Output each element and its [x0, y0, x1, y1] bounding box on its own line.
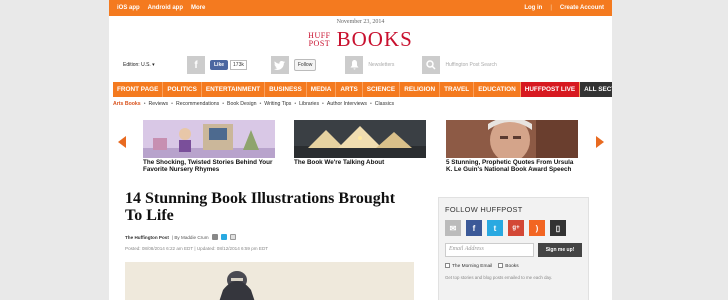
- subnav-recommendations[interactable]: Recommendations: [176, 101, 222, 107]
- carousel-card[interactable]: The Book We're Talking About: [294, 120, 426, 166]
- sign-up-button[interactable]: Sign me up!: [538, 243, 582, 257]
- nav-education[interactable]: EDUCATION: [474, 82, 521, 97]
- social-row: Edition: U.S. ▾ f Like 173k Follow Newsl…: [109, 55, 612, 75]
- story-carousel: The Shocking, Twisted Stories Behind You…: [109, 120, 612, 184]
- rss-icon[interactable]: ): [529, 220, 545, 236]
- article-author[interactable]: | By Maddie Crum: [172, 235, 209, 240]
- nav-business[interactable]: BUSINESS: [265, 82, 307, 97]
- mobile-icon[interactable]: ▯: [550, 220, 566, 236]
- top-bar: iOS app Android app More Log in | Create…: [109, 0, 612, 16]
- nav-media[interactable]: MEDIA: [307, 82, 337, 97]
- ursula-le-guin-image[interactable]: [446, 120, 578, 158]
- morning-email-label: The Morning Email: [452, 264, 493, 269]
- subnav-libraries[interactable]: Libraries: [299, 101, 322, 107]
- subnav-reviews[interactable]: Reviews: [149, 101, 172, 107]
- sub-nav: Arts Books • Reviews • Recommendations •…: [113, 101, 608, 107]
- edition-select[interactable]: Edition: U.S. ▾: [123, 62, 177, 68]
- google-plus-icon[interactable]: g+: [508, 220, 524, 236]
- masthead[interactable]: HUFF POST BOOKS: [109, 27, 612, 52]
- like-button[interactable]: Like: [210, 60, 229, 70]
- android-app-link[interactable]: Android app: [148, 5, 183, 11]
- nav-religion[interactable]: RELIGION: [400, 82, 441, 97]
- tents-image[interactable]: [294, 120, 426, 158]
- subnav-author-interviews[interactable]: Author Interviews: [327, 101, 370, 107]
- date: November 23, 2014: [336, 19, 385, 25]
- follow-title: FOLLOW HUFFPOST: [445, 205, 523, 214]
- newsletter-bell-icon[interactable]: [345, 56, 364, 74]
- carousel-card[interactable]: 5 Stunning, Prophetic Quotes From Ursula…: [446, 120, 578, 174]
- books-label: Books: [505, 264, 519, 269]
- article-headline: 14 Stunning Book Illustrations Brought T…: [125, 190, 396, 224]
- newsletter-options: The Morning Email Books: [445, 262, 582, 269]
- carousel-caption[interactable]: 5 Stunning, Prophetic Quotes From Ursula…: [446, 159, 578, 174]
- follow-huffpost-panel: FOLLOW HUFFPOST ✉ f t g+ ) ▯ Email Addre…: [438, 197, 589, 300]
- nav-all-sections[interactable]: ALL SECTIONS: [580, 82, 612, 97]
- facebook-icon[interactable]: f: [466, 220, 482, 236]
- article-source: The Huffington Post: [125, 234, 169, 240]
- nav-travel[interactable]: TRAVEL: [440, 82, 475, 97]
- checkbox-icon[interactable]: [445, 263, 450, 268]
- signup-note: Get top stories and blog posts emailed t…: [445, 275, 553, 280]
- main-nav: FRONT PAGE POLITICS ENTERTAINMENT BUSINE…: [113, 82, 612, 97]
- nav-politics[interactable]: POLITICS: [163, 82, 202, 97]
- facebook-icon[interactable]: f: [187, 56, 205, 74]
- subnav-classics[interactable]: Classics: [375, 101, 397, 107]
- subnav-writing-tips[interactable]: Writing Tips: [264, 101, 294, 107]
- subnav-book-design[interactable]: Book Design: [227, 101, 259, 107]
- email-icon[interactable]: [211, 234, 218, 240]
- twitter-follow-button[interactable]: Follow: [293, 59, 317, 71]
- create-account-link[interactable]: Create Account: [560, 5, 604, 11]
- facebook-like[interactable]: Like 173k: [210, 60, 247, 70]
- carousel-prev-icon[interactable]: [118, 136, 126, 148]
- search-input[interactable]: Huffington Post Search: [445, 62, 496, 68]
- nav-front-page[interactable]: FRONT PAGE: [113, 82, 164, 97]
- morning-email-option[interactable]: The Morning Email: [445, 262, 492, 269]
- more-link[interactable]: More: [191, 5, 205, 11]
- newsletters-link[interactable]: Newsletters: [368, 62, 394, 68]
- twitter-icon[interactable]: [270, 56, 289, 74]
- logo-line-2: POST: [308, 38, 331, 48]
- login-link[interactable]: Log in: [524, 5, 542, 11]
- books-option[interactable]: Books: [498, 262, 519, 269]
- article-dates: Posted: 08/08/2014 6:22 am EDT | Updated…: [125, 246, 269, 251]
- nav-entertainment[interactable]: ENTERTAINMENT: [202, 82, 266, 97]
- search-icon[interactable]: [422, 56, 441, 74]
- topbar-separator: |: [550, 5, 552, 11]
- byline: The Huffington Post | By Maddie Crum: [125, 234, 236, 240]
- twitter-icon[interactable]: t: [487, 220, 503, 236]
- nav-arts[interactable]: ARTS: [336, 82, 363, 97]
- section-title[interactable]: BOOKS: [337, 27, 413, 52]
- checkbox-icon[interactable]: [498, 263, 504, 268]
- nav-huffpost-live[interactable]: HUFFPOST LIVE: [520, 82, 581, 97]
- nursery-rhymes-image[interactable]: [143, 120, 275, 158]
- carousel-caption[interactable]: The Shocking, Twisted Stories Behind You…: [143, 159, 275, 174]
- carousel-caption[interactable]: The Book We're Talking About: [294, 159, 426, 166]
- follow-icons: ✉ f t g+ ) ▯: [445, 220, 582, 236]
- share-icon[interactable]: [229, 234, 236, 240]
- carousel-card[interactable]: The Shocking, Twisted Stories Behind You…: [143, 120, 275, 174]
- subnav-arts-books[interactable]: Arts Books: [113, 101, 144, 107]
- page: November 23, 2014 HUFF POST BOOKS Editio…: [109, 0, 612, 300]
- email-field[interactable]: Email Address: [445, 243, 534, 257]
- email-icon[interactable]: ✉: [445, 220, 461, 236]
- twitter-bird-icon[interactable]: [220, 234, 227, 240]
- nav-science[interactable]: SCIENCE: [363, 82, 401, 97]
- email-signup: Email Address Sign me up!: [445, 243, 582, 257]
- article-hero-image: [125, 262, 414, 300]
- carousel-next-icon[interactable]: [596, 136, 604, 148]
- huffpost-logo[interactable]: HUFF POST: [308, 31, 331, 48]
- ios-app-link[interactable]: iOS app: [117, 5, 140, 11]
- like-count: 173k: [230, 60, 247, 70]
